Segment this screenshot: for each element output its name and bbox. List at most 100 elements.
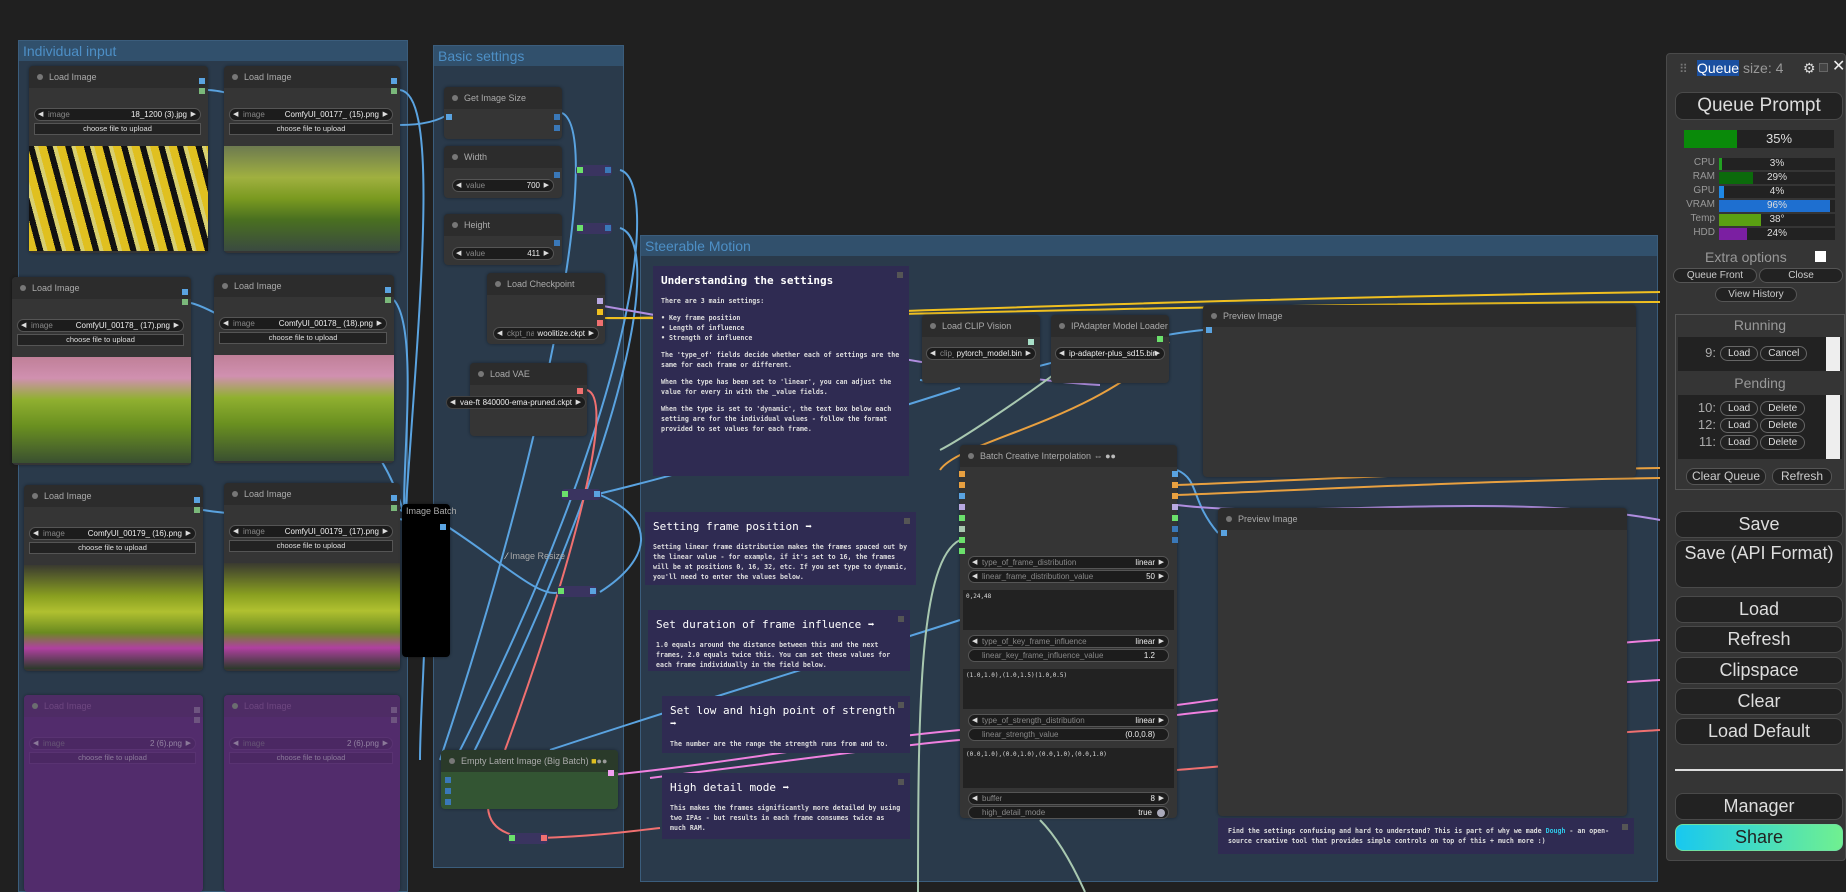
output-slot-mask[interactable] <box>391 717 397 723</box>
batch-creative-interpolation-node[interactable]: Batch Creative Interpolation ⇔ ●● ◀ type_… <box>959 445 1178 819</box>
input-slot-image[interactable] <box>446 114 452 120</box>
vae-name-select[interactable]: ◀ vae-ft-mse-840000-ema-pruned.ckpt ▶ <box>446 396 586 409</box>
output-slot-image[interactable] <box>391 78 397 84</box>
output-slot[interactable] <box>1172 482 1178 488</box>
output-slot-image[interactable] <box>194 497 200 503</box>
output-slot-image[interactable] <box>391 495 397 501</box>
output-slot-height[interactable] <box>554 125 560 131</box>
resize-icon[interactable] <box>898 616 904 622</box>
load-image-node[interactable]: Load Image ◀ image ComfyUI_00178_ (17).png ▶… <box>12 277 191 465</box>
input-slot-batch[interactable] <box>445 799 451 805</box>
input-slot[interactable] <box>959 493 965 499</box>
scrollbar[interactable] <box>1826 337 1840 371</box>
choose-file-button[interactable]: choose file to upload <box>229 752 393 764</box>
width-value-field[interactable]: ◀ value 700 ▶ <box>452 179 554 192</box>
input-slot[interactable] <box>562 491 568 497</box>
load-checkpoint-node[interactable]: Load Checkpoint ◀ ckpt_namwoolitize.ckpt ▶ <box>487 273 605 344</box>
note-understanding-settings[interactable]: Understanding the settings There are 3 m… <box>653 266 909 476</box>
output-slot-mask[interactable] <box>391 88 397 94</box>
output-slot-image[interactable] <box>199 78 205 84</box>
choose-file-button[interactable]: choose file to upload <box>229 540 393 552</box>
output-slot-int[interactable] <box>554 240 560 246</box>
image-select[interactable]: ◀ image ComfyUI_00178_ (17).png ▶ <box>17 319 184 332</box>
dynamic-strength-textarea[interactable]: (0.0,1.0),(0.0,1.0),(0.0,1.0),(0.0,1.0) <box>963 748 1174 788</box>
width-node[interactable]: Width ◀ value 700 ▶ <box>444 146 562 198</box>
output-slot-mask[interactable] <box>182 299 188 305</box>
image-select[interactable]: ◀ image ComfyUI_00179_ (17).png ▶ <box>229 525 393 538</box>
output-slot-mask[interactable] <box>385 297 391 303</box>
input-slot[interactable] <box>959 504 965 510</box>
image-select[interactable]: ◀ image 18_1200 (3).jpg ▶ <box>34 108 201 121</box>
reroute-node[interactable] <box>557 586 597 597</box>
resize-icon[interactable] <box>904 518 910 524</box>
output-slot-mask[interactable] <box>194 507 200 513</box>
drag-handle-icon[interactable]: ⠿ <box>1679 62 1688 76</box>
refresh-button[interactable]: Refresh <box>1675 626 1843 653</box>
image-resize-node-collapsed[interactable]: ⁄ Image Resize <box>506 551 603 565</box>
load-button[interactable]: Load <box>1720 346 1759 362</box>
decrement-arrow-icon[interactable]: ◀ <box>1059 348 1064 359</box>
output-slot-clip-vision[interactable] <box>1028 339 1034 345</box>
clipspace-button[interactable]: Clipspace <box>1675 657 1843 684</box>
reroute-node[interactable] <box>576 223 612 234</box>
input-slot[interactable] <box>959 482 965 488</box>
output-slot[interactable] <box>594 491 600 497</box>
delete-button[interactable]: Delete <box>1760 435 1806 451</box>
input-slot[interactable] <box>577 225 583 231</box>
increment-arrow-icon[interactable]: ▶ <box>383 738 388 749</box>
choose-file-button[interactable]: choose file to upload <box>17 334 184 346</box>
input-slot[interactable] <box>959 515 965 521</box>
increment-arrow-icon[interactable]: ▶ <box>1155 348 1160 359</box>
decrement-arrow-icon[interactable]: ◀ <box>930 348 935 359</box>
decrement-arrow-icon[interactable]: ◀ <box>33 528 38 539</box>
manager-button[interactable]: Manager <box>1675 793 1843 820</box>
ipadapter-model-loader-node[interactable]: IPAdapter Model Loader ◀ ip-adapter-plus_… <box>1051 315 1169 383</box>
image-select[interactable]: ◀ image 2 (6).png ▶ <box>29 737 196 750</box>
input-slot-height[interactable] <box>445 788 451 794</box>
note-strength[interactable]: Set low and high point of strength ➡ The… <box>662 696 910 753</box>
increment-arrow-icon[interactable]: ▶ <box>1159 557 1164 568</box>
resize-icon[interactable] <box>1622 824 1628 830</box>
output-slot-image[interactable] <box>391 707 397 713</box>
note-frame-position[interactable]: Setting frame position ➡ Setting linear … <box>645 512 916 585</box>
output-slot[interactable] <box>605 167 611 173</box>
reroute-node[interactable] <box>576 165 612 176</box>
dynamic-key-frame-influence-textarea[interactable]: (1.0,1.0),(1.0,1.5)(1.0,0.5) <box>963 669 1174 709</box>
output-slot-ipadapter[interactable] <box>1157 336 1163 342</box>
save-button[interactable]: Save <box>1675 511 1843 538</box>
resize-icon[interactable] <box>898 779 904 785</box>
output-slot-image[interactable] <box>194 707 200 713</box>
increment-arrow-icon[interactable]: ▶ <box>1159 571 1164 582</box>
increment-arrow-icon[interactable]: ▶ <box>191 109 196 120</box>
output-slot-image[interactable] <box>182 289 188 295</box>
increment-arrow-icon[interactable]: ▶ <box>377 318 382 329</box>
output-slot[interactable] <box>1172 471 1178 477</box>
decrement-arrow-icon[interactable]: ◀ <box>223 318 228 329</box>
ipadapter-file-select[interactable]: ◀ ip-adapter-plus_sd15.bin ▶ <box>1055 347 1165 360</box>
output-slot-latent[interactable] <box>608 770 614 776</box>
reroute-node[interactable] <box>561 489 601 500</box>
decrement-arrow-icon[interactable]: ◀ <box>233 738 238 749</box>
increment-arrow-icon[interactable]: ▶ <box>1159 636 1164 647</box>
increment-arrow-icon[interactable]: ▶ <box>544 180 549 191</box>
output-slot-mask[interactable] <box>194 717 200 723</box>
height-node[interactable]: Height ◀ value 411 ▶ <box>444 214 562 265</box>
increment-arrow-icon[interactable]: ▶ <box>383 109 388 120</box>
increment-arrow-icon[interactable]: ▶ <box>383 526 388 537</box>
output-slot-image[interactable] <box>385 287 391 293</box>
increment-arrow-icon[interactable]: ▶ <box>576 397 581 408</box>
clear-queue-button[interactable]: Clear Queue <box>1686 468 1766 485</box>
input-slot[interactable] <box>959 537 965 543</box>
load-button[interactable]: Load <box>1720 418 1759 434</box>
decrement-arrow-icon[interactable]: ◀ <box>972 571 977 582</box>
output-slot[interactable] <box>1172 515 1178 521</box>
increment-arrow-icon[interactable]: ▶ <box>174 320 179 331</box>
linear-frame-distribution-value-field[interactable]: ◀ linear_frame_distribution_value 50 ▶ <box>968 570 1169 583</box>
note-duration[interactable]: Set duration of frame influence ➡ 1.0 eq… <box>648 610 910 671</box>
note-high-detail[interactable]: High detail mode ➡ This makes the frames… <box>662 773 910 839</box>
decrement-arrow-icon[interactable]: ◀ <box>497 328 502 339</box>
extra-options-checkbox[interactable] <box>1815 251 1826 262</box>
refresh-queue-button[interactable]: Refresh <box>1772 468 1832 485</box>
close-icon[interactable]: ✕ <box>1832 56 1845 76</box>
load-clip-vision-node[interactable]: Load CLIP Vision ◀ clip_pytorch_model.bin… <box>922 315 1040 383</box>
